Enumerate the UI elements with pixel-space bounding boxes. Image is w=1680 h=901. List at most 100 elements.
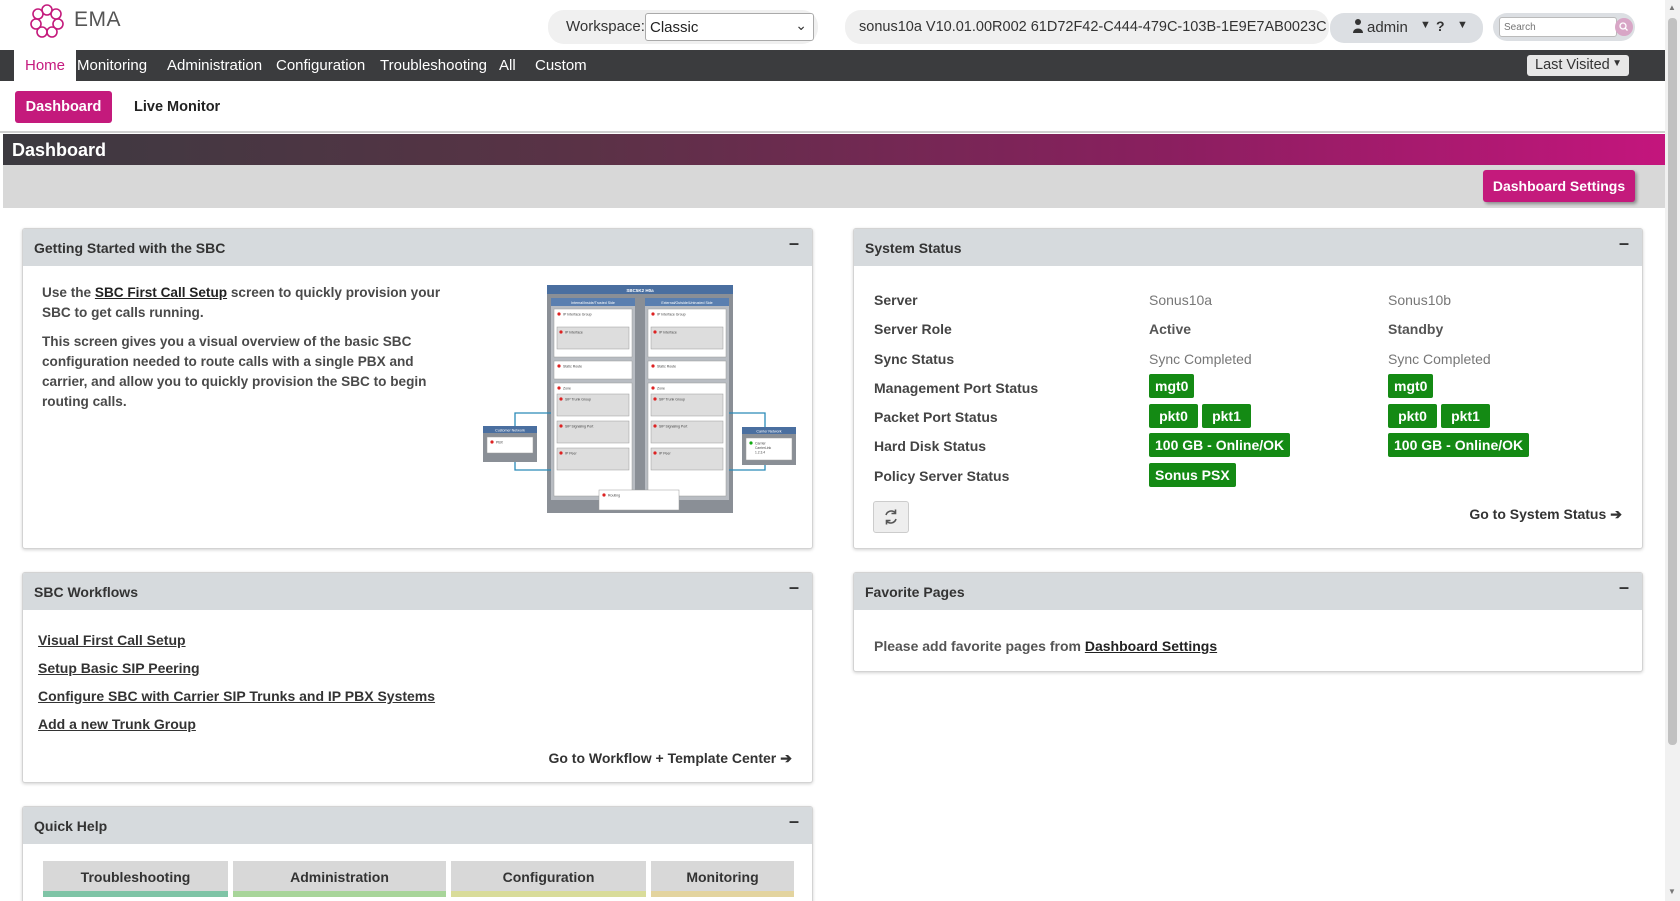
status-label-mgmt-port: Management Port Status — [874, 380, 1039, 396]
diagram-right-item: IP Interface Group — [657, 313, 686, 317]
quick-help-strip — [43, 891, 228, 897]
status-badge[interactable]: Sonus PSX — [1149, 463, 1236, 487]
workflow-link-carrier-sip-trunks[interactable]: Configure SBC with Carrier SIP Trunks an… — [38, 688, 435, 704]
caret-down-icon[interactable]: ▼ — [1457, 19, 1468, 31]
panel-header: System Status – — [854, 229, 1642, 266]
minimize-icon[interactable]: – — [789, 233, 799, 254]
diagram-left-header: Internal/Inside/Trusted Side — [571, 301, 615, 305]
ema-logo-icon — [30, 4, 64, 38]
nav-home[interactable]: Home — [14, 50, 77, 81]
status-badge[interactable]: mgt0 — [1388, 374, 1434, 398]
workflow-link-visual-first-call[interactable]: Visual First Call Setup — [38, 632, 186, 648]
user-icon — [1353, 19, 1363, 33]
status-label-sync: Sync Status — [874, 351, 955, 367]
diagram-title: SBC5K2 H0a — [626, 288, 654, 293]
nav-configuration[interactable]: Configuration — [276, 50, 365, 81]
diagram-left-item: IP Interface Group — [563, 313, 592, 317]
refresh-button[interactable] — [873, 501, 909, 533]
nav-monitoring[interactable]: Monitoring — [77, 50, 147, 81]
help-icon[interactable]: ? — [1436, 18, 1445, 34]
status-badge[interactable]: pkt1 — [1202, 404, 1251, 428]
gs-paragraph-2: This screen gives you a visual overview … — [42, 334, 427, 409]
status-badge[interactable]: pkt1 — [1441, 404, 1490, 428]
arrow-right-icon: ➔ — [780, 750, 792, 766]
main-nav: Home Monitoring Administration Configura… — [0, 50, 1665, 81]
status-badge[interactable]: mgt0 — [1149, 374, 1195, 398]
diagram-carrier-ip: 1.2.3.4 — [755, 451, 765, 455]
scroll-down-arrow-icon[interactable]: ▼ — [1668, 887, 1676, 896]
minimize-icon[interactable]: – — [1619, 233, 1629, 254]
scrollbar-thumb[interactable] — [1668, 18, 1677, 745]
sbc-first-call-setup-link[interactable]: SBC First Call Setup — [95, 285, 227, 300]
go-to-workflow-center-label: Go to Workflow + Template Center — [548, 750, 777, 766]
status-label-packet-port: Packet Port Status — [874, 409, 998, 425]
app-logo-text: EMA — [74, 8, 122, 31]
quick-help-tab-troubleshooting[interactable]: Troubleshooting — [43, 861, 228, 891]
gs-text-pre: Use the — [42, 285, 95, 300]
diagram-right-items: IP Interface Group IP Interface Static R… — [647, 308, 727, 497]
status-badge[interactable]: pkt0 — [1149, 404, 1198, 428]
caret-down-icon: ▼ — [1612, 58, 1622, 69]
diagram-left-item: SIP Trunk Group — [565, 398, 591, 402]
sbc-diagram-image[interactable]: SBC5K2 H0a Internal/Inside/Trusted Side … — [482, 284, 797, 514]
quick-help-tab-administration[interactable]: Administration — [233, 861, 446, 891]
server-role-b: Standby — [1388, 321, 1444, 337]
sync-status-b: Sync Completed — [1388, 351, 1491, 367]
status-badge[interactable]: 100 GB - Online/OK — [1149, 433, 1291, 457]
workflow-link-basic-sip-peering[interactable]: Setup Basic SIP Peering — [38, 660, 200, 676]
server-b: Sonus10b — [1388, 292, 1452, 308]
minimize-icon[interactable]: – — [789, 811, 799, 832]
user-menu[interactable]: admin ▼ ? ▼ — [1330, 13, 1483, 43]
nav-troubleshooting[interactable]: Troubleshooting — [380, 50, 487, 81]
dashboard-settings-button[interactable]: Dashboard Settings — [1483, 170, 1635, 202]
minimize-icon[interactable]: – — [789, 577, 799, 598]
workflow-link-new-trunk-group[interactable]: Add a new Trunk Group — [38, 716, 196, 732]
sync-status-a: Sync Completed — [1149, 351, 1252, 367]
scroll-up-arrow-icon[interactable]: ▲ — [1668, 3, 1676, 12]
search-input[interactable] — [1499, 17, 1617, 37]
panel-title: System Status — [865, 240, 962, 256]
subnav-dashboard-button[interactable]: Dashboard — [15, 91, 112, 123]
status-badge[interactable]: 100 GB - Online/OK — [1388, 433, 1530, 457]
favorites-text-pre: Please add favorite pages from — [874, 638, 1085, 654]
getting-started-panel: Getting Started with the SBC – Use the S… — [22, 228, 813, 549]
go-to-system-status-link[interactable]: Go to System Status ➔ — [1469, 506, 1622, 523]
diagram-right-item: SIP Trunk Group — [659, 398, 685, 402]
quick-help-tab-configuration[interactable]: Configuration — [451, 861, 646, 891]
panel-header: Getting Started with the SBC – — [23, 229, 812, 266]
diagram-left-item: SIP Signaling Port — [565, 425, 593, 429]
status-label-policy-server: Policy Server Status — [874, 468, 1010, 484]
diagram-left-item: IP Peer — [565, 452, 577, 456]
refresh-icon — [885, 509, 897, 525]
nav-administration[interactable]: Administration — [167, 50, 262, 81]
username-label: admin — [1367, 19, 1408, 36]
quick-help-strip — [651, 891, 794, 897]
search-box — [1493, 13, 1635, 41]
caret-down-icon[interactable]: ▼ — [1420, 19, 1431, 31]
diagram-right-item: Static Route — [657, 365, 676, 369]
page-title: Dashboard — [12, 140, 107, 160]
diagram-carrier-sub: CarrierLink — [755, 446, 771, 450]
page-scrollbar[interactable]: ▲ ▼ — [1665, 0, 1680, 901]
version-info: sonus10a V10.01.00R002 61D72F42-C444-479… — [845, 10, 1329, 44]
diagram-routing: Routing — [608, 494, 620, 498]
status-badge[interactable]: pkt0 — [1388, 404, 1437, 428]
nav-all[interactable]: All — [499, 50, 516, 81]
server-a: Sonus10a — [1149, 292, 1213, 308]
quick-help-tab-monitoring[interactable]: Monitoring — [651, 861, 794, 891]
dashboard-settings-link[interactable]: Dashboard Settings — [1085, 638, 1217, 654]
nav-custom[interactable]: Custom — [535, 50, 587, 81]
go-to-workflow-center-link[interactable]: Go to Workflow + Template Center ➔ — [548, 750, 792, 767]
minimize-icon[interactable]: – — [1619, 577, 1629, 598]
subnav-live-monitor[interactable]: Live Monitor — [134, 99, 220, 115]
quick-help-strip — [233, 891, 446, 897]
ema-page: EMA Workspace: Classic ⌄ sonus10a V10.01… — [0, 0, 1680, 901]
diagram-left-item: IP Interface — [565, 331, 583, 335]
panel-title: Getting Started with the SBC — [34, 240, 226, 256]
last-visited-dropdown[interactable]: Last Visited ▼ — [1527, 55, 1629, 76]
panel-header: Favorite Pages – — [854, 573, 1642, 610]
workspace-select[interactable]: Classic ⌄ — [645, 13, 814, 41]
search-button[interactable] — [1615, 18, 1633, 36]
last-visited-label: Last Visited — [1535, 57, 1610, 73]
sub-nav: Dashboard Live Monitor — [0, 81, 1665, 133]
